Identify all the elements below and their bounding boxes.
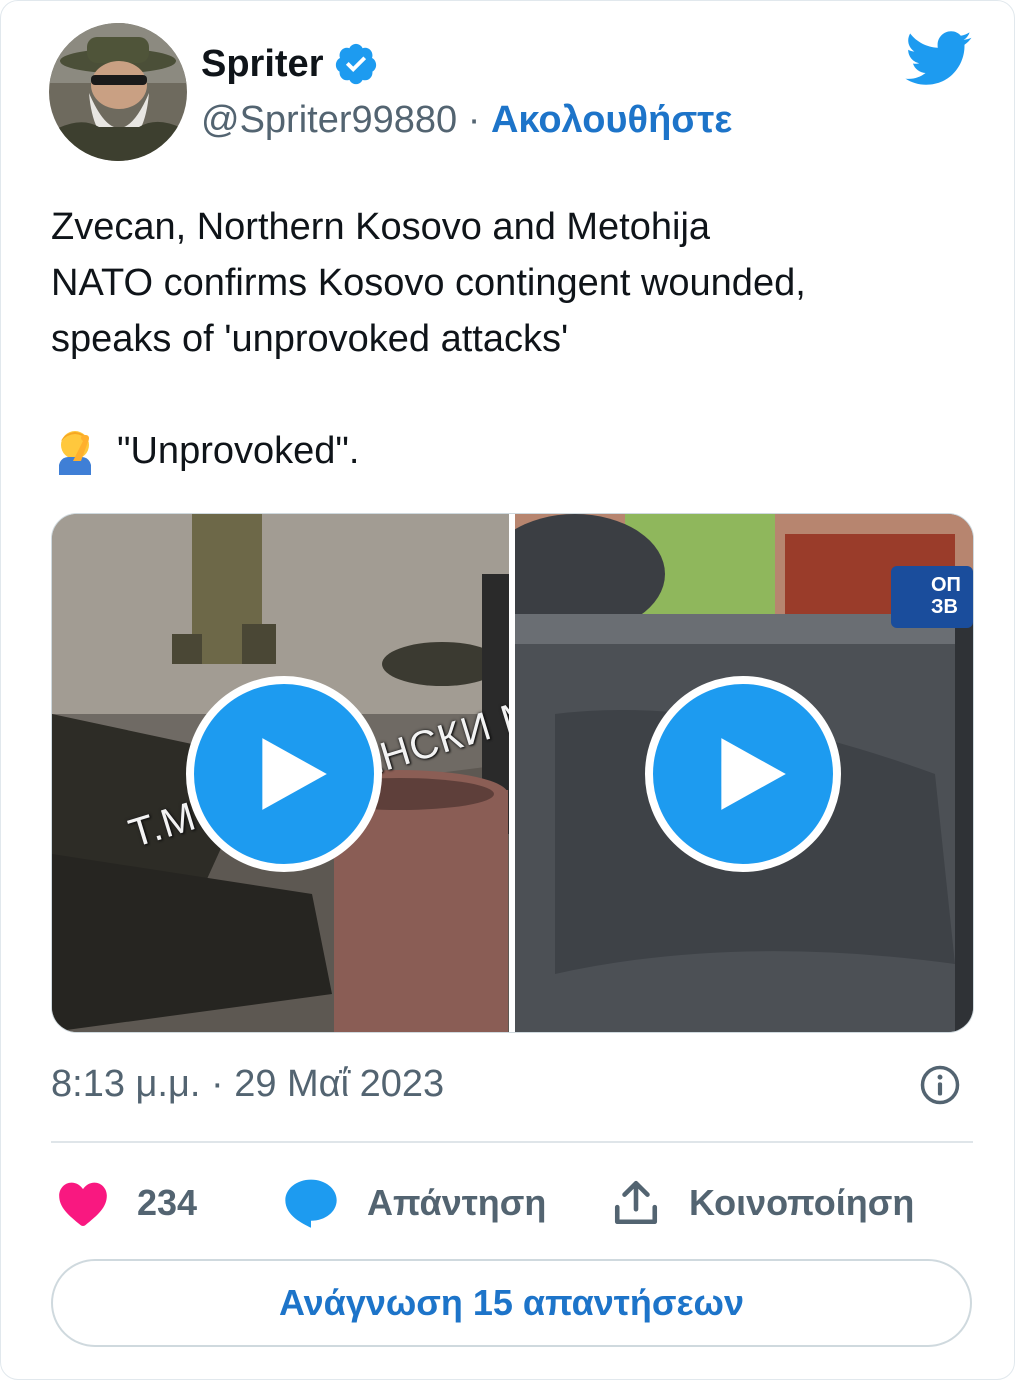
reply-button[interactable]: Απάντηση (283, 1173, 546, 1233)
video-right[interactable]: ОП ЗВ (515, 514, 973, 1032)
follow-button[interactable]: Ακολουθήστε (491, 99, 732, 141)
video-left[interactable]: T.ME/ СЛОВЕНСКИ М (52, 514, 509, 1032)
heart-icon (59, 1182, 107, 1226)
author-name[interactable]: Spriter (201, 43, 323, 86)
play-icon (721, 738, 786, 810)
verified-badge-icon (336, 43, 377, 85)
share-label: Κοινοποίηση (689, 1182, 915, 1223)
tweet-timestamp[interactable]: 8:13 μ.μ. · 29 Μαΐ 2023 (51, 1063, 444, 1106)
share-button[interactable]: Κοινοποίηση (611, 1173, 914, 1233)
tweet-card: Spriter @Spriter99880 · Ακολουθήστε Zvec… (0, 0, 1015, 1380)
author-handle[interactable]: @Spriter99880 (201, 99, 457, 141)
tweet-line: speaks of 'unprovoked attacks' (51, 318, 569, 360)
tweet-line: Zvecan, Northern Kosovo and Metohija (51, 206, 711, 248)
info-icon[interactable] (919, 1064, 961, 1106)
play-button-right[interactable] (645, 676, 841, 872)
like-count: 234 (137, 1182, 198, 1223)
reply-label: Απάντηση (367, 1182, 547, 1223)
play-icon (262, 738, 327, 810)
emoji-line-text: "Unprovoked". (117, 430, 360, 472)
emoji-line: "Unprovoked". (51, 423, 971, 479)
tweet-text: Zvecan, Northern Kosovo and Metohija NAT… (51, 199, 971, 479)
divider (51, 1141, 973, 1143)
author-handle-row: @Spriter99880 · Ακολουθήστε (201, 99, 732, 142)
play-button-left[interactable] (186, 676, 382, 872)
tweet-line: NATO confirms Kosovo contingent wounded, (51, 262, 806, 304)
read-replies-button[interactable]: Ανάγνωση 15 απαντήσεων (51, 1259, 972, 1347)
media-grid: T.ME/ СЛОВЕНСКИ М ОПЗВ (51, 513, 974, 1033)
handle-separator: · (457, 99, 491, 141)
facepalm-emoji-icon (59, 431, 91, 475)
building-sign: ОП ЗВ (891, 566, 973, 628)
action-bar: 234 Απάντηση Κοινοποίηση (51, 1173, 973, 1233)
like-button[interactable]: 234 (57, 1173, 197, 1233)
share-icon (614, 1180, 658, 1225)
reply-bubble-icon (285, 1179, 337, 1228)
twitter-bird-icon[interactable] (905, 31, 973, 87)
author-name-row: Spriter (201, 41, 379, 87)
avatar[interactable] (49, 23, 187, 161)
